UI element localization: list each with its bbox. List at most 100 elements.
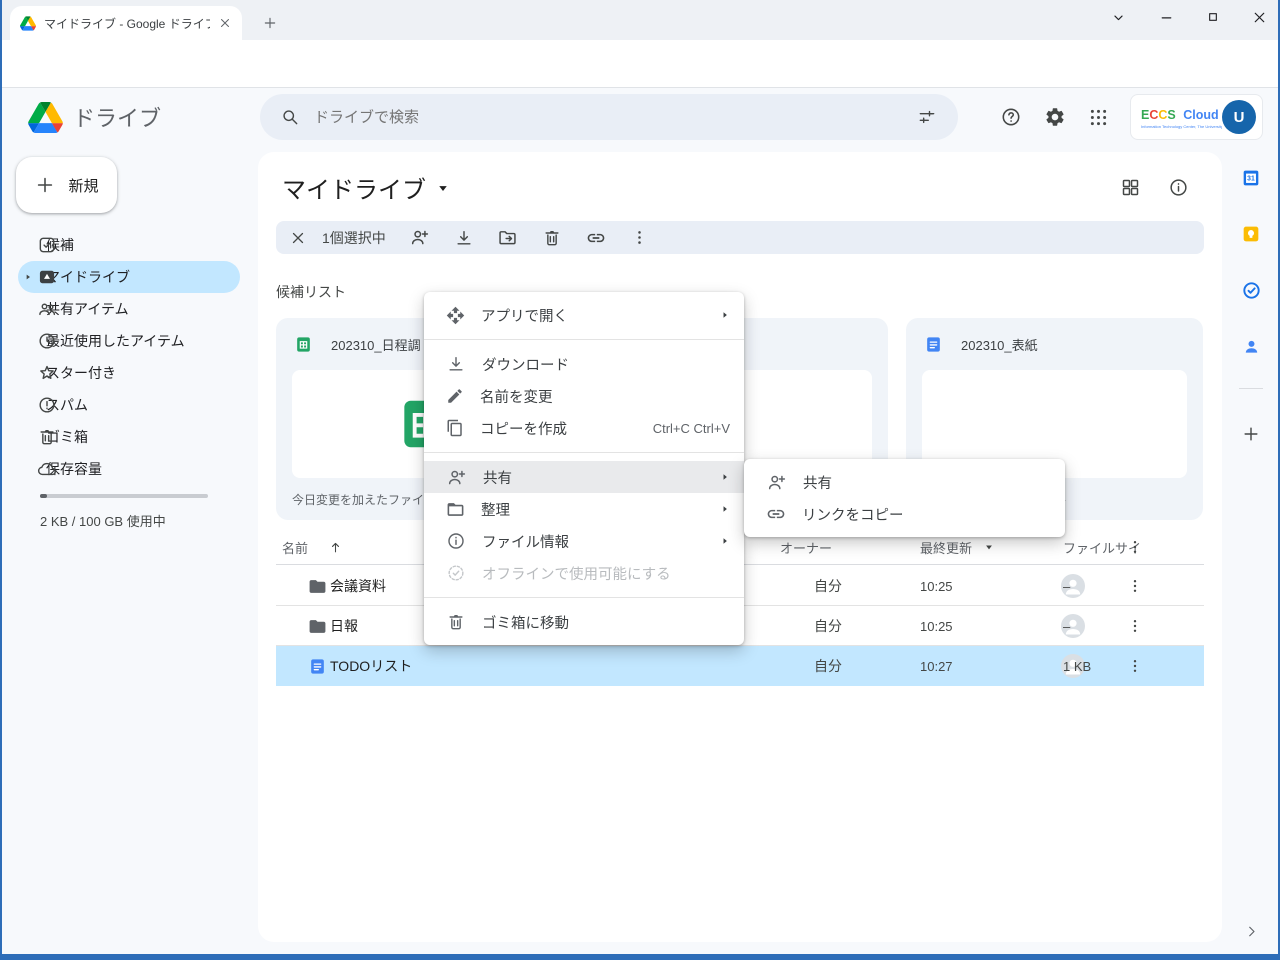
browser-tab[interactable]: マイドライブ - Google ドライブ [10, 6, 242, 40]
more-actions-button[interactable] [620, 222, 660, 254]
sidebar-item-label: マイドライブ [46, 267, 130, 287]
rail-divider [1239, 388, 1263, 389]
tab-title: マイドライブ - Google ドライブ [44, 15, 210, 32]
window-maximize-button[interactable] [1190, 0, 1236, 34]
sidebar-item-starred[interactable]: スター付き [18, 357, 240, 389]
sidebar-item-shared[interactable]: 共有アイテム [18, 293, 240, 325]
move-selected-button[interactable] [488, 222, 528, 254]
row-more-button[interactable] [1126, 606, 1144, 646]
info-icon [1168, 177, 1189, 198]
open-with-icon [446, 306, 465, 325]
caret-down-icon [982, 540, 996, 554]
help-button[interactable] [991, 97, 1031, 137]
sidebar-item-spam[interactable]: スパム [18, 389, 240, 421]
file-name: 日報 [330, 606, 358, 646]
search-input[interactable] [312, 108, 910, 127]
menu-item-label: ゴミ箱に移動 [482, 612, 730, 633]
tune-icon [917, 107, 937, 127]
drive-logo-home[interactable]: ドライブ [28, 101, 161, 133]
keep-app-button[interactable] [1237, 220, 1265, 248]
page-title-dropdown[interactable]: マイドライブ [282, 170, 452, 205]
people-icon [37, 299, 57, 319]
download-icon [454, 228, 474, 248]
window-tab-search-button[interactable] [1095, 0, 1141, 34]
menu-divider [424, 452, 744, 453]
new-tab-button[interactable] [256, 9, 284, 37]
browser-toolbar: drive.google.com/drive/my-drive U [0, 40, 1280, 88]
menu-item-download[interactable]: ダウンロード [424, 348, 744, 380]
menu-item-rename[interactable]: 名前を変更 [424, 380, 744, 412]
sidebar-item-recent[interactable]: 最近使用したアイテム [18, 325, 240, 357]
settings-button[interactable] [1035, 97, 1075, 137]
folder-icon [308, 566, 327, 606]
person-add-icon [409, 227, 430, 248]
menu-divider [424, 597, 744, 598]
selection-count-label: 1個選択中 [322, 228, 386, 248]
search-bar[interactable] [260, 94, 958, 140]
trash-icon [446, 612, 466, 632]
calendar-icon [1240, 167, 1262, 189]
alert-icon [37, 395, 57, 415]
plus-icon [262, 15, 278, 31]
row-more-button[interactable] [1126, 646, 1144, 686]
app-name: ドライブ [73, 101, 161, 133]
table-options-button[interactable] [1126, 530, 1144, 564]
account-avatar[interactable]: U [1222, 100, 1256, 134]
details-button[interactable] [1164, 173, 1192, 201]
submenu-item-copy-link[interactable]: リンクをコピー [744, 498, 1065, 530]
sidebar-item-trash[interactable]: ゴミ箱 [18, 421, 240, 453]
menu-item-make-copy[interactable]: コピーを作成 Ctrl+C Ctrl+V [424, 412, 744, 444]
grid-view-button[interactable] [1116, 173, 1144, 201]
account-badge[interactable]: ECCS Cloud Mail Information Technology C… [1130, 94, 1263, 140]
apps-grid-button[interactable] [1078, 97, 1118, 137]
clock-icon [37, 331, 57, 351]
folder-move-icon [497, 227, 518, 248]
copy-link-button[interactable] [576, 222, 616, 254]
storage-usage-text: 2 KB / 100 GB 使用中 [40, 511, 166, 530]
window-minimize-button[interactable] [1143, 0, 1189, 34]
column-header-name[interactable]: 名前 [282, 530, 308, 564]
menu-item-organize[interactable]: 整理 [424, 493, 744, 525]
file-row-todo-list-selected[interactable]: TODOリスト 自分 10:27 1 KB [276, 646, 1204, 686]
menu-item-share[interactable]: 共有 [424, 461, 744, 493]
menu-divider [424, 339, 744, 340]
get-addons-button[interactable] [1237, 420, 1265, 448]
window-close-button[interactable] [1236, 0, 1280, 34]
expand-arrow-icon [24, 273, 32, 281]
folder-open-icon [446, 500, 465, 519]
badge-word-cloud: Cloud [1183, 108, 1218, 122]
menu-item-label: 共有 [483, 467, 704, 488]
menu-item-make-offline-disabled: オフラインで使用可能にする [424, 557, 744, 589]
context-menu: アプリで開く ダウンロード 名前を変更 コピーを作成 Ctrl+C Ctrl+V… [424, 292, 744, 645]
window-border-bottom [0, 954, 1280, 960]
kebab-icon [1126, 657, 1144, 675]
submenu-arrow-icon [720, 310, 730, 320]
storage-progress-fill [40, 494, 47, 498]
new-button[interactable]: 新規 [16, 157, 117, 213]
clear-selection-button[interactable] [278, 222, 318, 254]
browser-tab-strip: マイドライブ - Google ドライブ [0, 0, 1280, 40]
menu-item-move-to-trash[interactable]: ゴミ箱に移動 [424, 606, 744, 638]
share-selected-button[interactable] [400, 222, 440, 254]
person-add-icon [446, 467, 467, 488]
info-icon [446, 531, 466, 551]
sidebar-item-storage[interactable]: 保存容量 [18, 453, 240, 485]
sidebar-item-my-drive[interactable]: マイドライブ [18, 261, 240, 293]
sidebar-item-suggested[interactable]: 候補 [18, 229, 240, 261]
tab-close-icon[interactable] [218, 16, 232, 30]
submenu-arrow-icon [720, 536, 730, 546]
menu-item-open-with[interactable]: アプリで開く [424, 299, 744, 331]
docs-file-icon [308, 646, 327, 686]
tasks-app-button[interactable] [1237, 276, 1265, 304]
sort-ascending-icon[interactable] [328, 530, 343, 564]
menu-item-file-info[interactable]: ファイル情報 [424, 525, 744, 557]
hide-side-panel-button[interactable] [1237, 917, 1265, 945]
download-selected-button[interactable] [444, 222, 484, 254]
trash-selected-button[interactable] [532, 222, 572, 254]
calendar-app-button[interactable] [1237, 164, 1265, 192]
contacts-app-button[interactable] [1237, 332, 1265, 360]
search-options-button[interactable] [910, 100, 944, 134]
close-icon [289, 229, 307, 247]
submenu-item-share[interactable]: 共有 [744, 466, 1065, 498]
row-more-button[interactable] [1126, 566, 1144, 606]
